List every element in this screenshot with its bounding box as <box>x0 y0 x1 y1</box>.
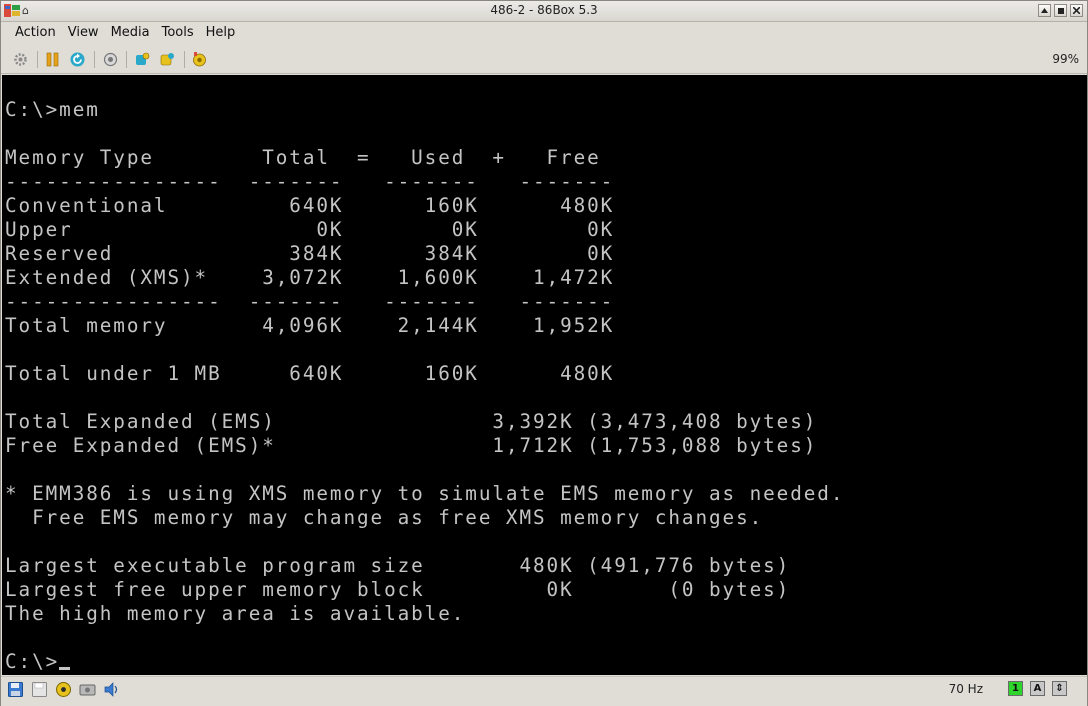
screen-line: Memory Type Total = Used + Free <box>5 146 601 169</box>
close-icon <box>1073 7 1080 14</box>
menu-tools[interactable]: Tools <box>156 22 200 44</box>
toolbar: 99% <box>1 45 1087 74</box>
keyboard-scrolllock-led: ⇕ <box>1052 681 1067 696</box>
maximize-button[interactable] <box>1054 4 1067 17</box>
screen-line: Largest free upper memory block 0K (0 by… <box>5 578 791 601</box>
menu-view[interactable]: View <box>62 22 105 44</box>
screen-line: Largest executable program size 480K (49… <box>5 554 791 577</box>
screen-line: Conventional 640K 160K 480K <box>5 194 615 217</box>
screen-line: ---------------- ------- ------- ------- <box>5 290 615 313</box>
square-icon <box>1057 7 1064 14</box>
screen-line: Total under 1 MB 640K 160K 480K <box>5 362 615 385</box>
hard-disk-icon[interactable] <box>79 681 96 698</box>
caret-up-icon <box>1041 8 1048 13</box>
screenshot-icon[interactable] <box>159 51 176 68</box>
sound-card-icon[interactable] <box>103 681 120 698</box>
screen-line: C:\> <box>5 650 71 674</box>
screen-line: Upper 0K 0K 0K <box>5 218 615 241</box>
settings-icon[interactable] <box>12 51 29 68</box>
screen-line: C:\>mem <box>5 98 100 121</box>
title-bar[interactable]: ⌂ 486-2 - 86Box 5.3 <box>1 1 1087 22</box>
menu-action[interactable]: Action <box>9 22 62 44</box>
sound-icon[interactable] <box>191 51 208 68</box>
screen-line: Free Expanded (EMS)* 1,712K (1,753,088 b… <box>5 434 818 457</box>
refresh-rate: 70 Hz <box>948 682 983 696</box>
toolbar-separator <box>184 51 185 68</box>
screen-line: * EMM386 is using XMS memory to simulate… <box>5 482 845 505</box>
screen-line: Total memory 4,096K 2,144K 1,952K <box>5 314 615 337</box>
pause-icon[interactable] <box>44 51 61 68</box>
toolbar-separator <box>94 51 95 68</box>
emulator-window: ⌂ 486-2 - 86Box 5.3 Action View Media To… <box>0 0 1088 706</box>
cdrom-icon[interactable] <box>55 681 72 698</box>
screen-line: Free EMS memory may change as free XMS m… <box>5 506 764 529</box>
window-title: 486-2 - 86Box 5.3 <box>490 3 598 17</box>
screen-line: Extended (XMS)* 3,072K 1,600K 1,472K <box>5 266 615 289</box>
toolbar-separator <box>37 51 38 68</box>
screen-line: Reserved 384K 384K 0K <box>5 242 615 265</box>
status-bar: 70 Hz 1 A ⇕ <box>1 676 1087 706</box>
emulator-screen[interactable]: C:\>mem Memory Type Total = Used + Free --… <box>2 75 1087 675</box>
floppy-drive-b-icon[interactable] <box>31 681 48 698</box>
keyboard-numlock-led: 1 <box>1008 681 1023 696</box>
minimize-button[interactable] <box>1038 4 1051 17</box>
text-cursor <box>59 667 71 670</box>
reset-icon[interactable] <box>69 51 86 68</box>
menu-help[interactable]: Help <box>200 22 242 44</box>
floppy-drive-icon[interactable] <box>7 681 24 698</box>
toolbar-separator <box>126 51 127 68</box>
keyboard-capslock-led: A <box>1030 681 1045 696</box>
hard-reset-icon[interactable] <box>134 51 151 68</box>
close-button[interactable] <box>1070 4 1083 17</box>
screen-line: The high memory area is available. <box>5 602 466 625</box>
ctrl-alt-del-icon[interactable] <box>102 51 119 68</box>
screen-line: ---------------- ------- ------- ------- <box>5 170 615 193</box>
menu-media[interactable]: Media <box>105 22 156 44</box>
screen-line: Total Expanded (EMS) 3,392K (3,473,408 b… <box>5 410 818 433</box>
zoom-level: 99% <box>1052 52 1079 66</box>
menu-bar: Action View Media Tools Help <box>1 22 1087 44</box>
